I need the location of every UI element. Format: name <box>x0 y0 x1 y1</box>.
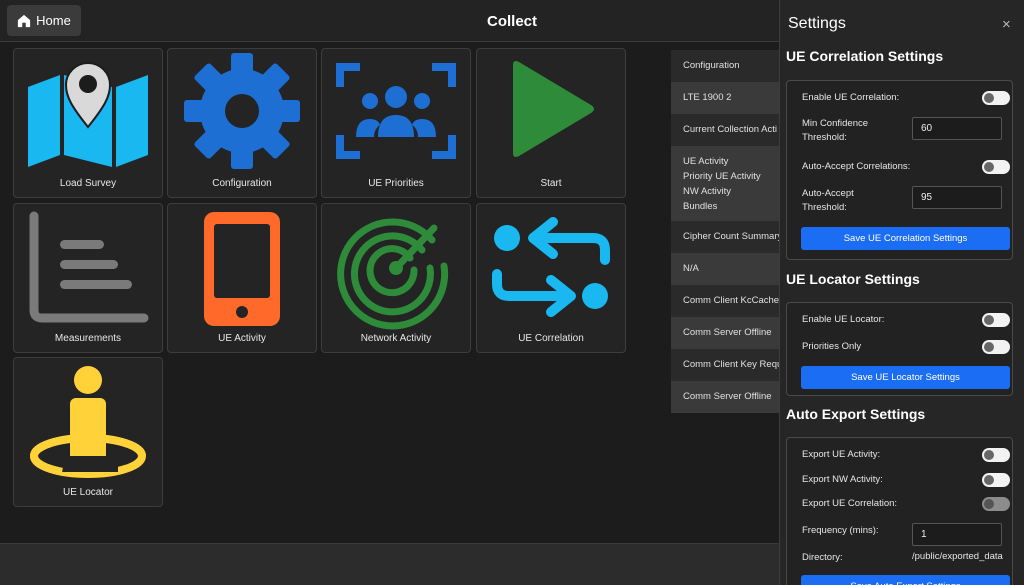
collection-item: Priority UE Activity <box>683 171 761 182</box>
settings-title: Settings <box>788 15 846 32</box>
export-nw-activity-label: Export NW Activity: <box>802 474 883 485</box>
play-icon <box>513 61 594 157</box>
keyreq-value: Comm Server Offline <box>671 381 779 413</box>
ue-correlation-title: UE Correlation Settings <box>786 48 944 64</box>
settings-panel: Settings × UE Correlation Settings Enabl… <box>779 0 1024 585</box>
frequency-label: Frequency (mins): <box>802 525 879 536</box>
radar-icon <box>337 218 449 330</box>
min-confidence-input[interactable]: 60 <box>912 117 1002 140</box>
save-auto-export-button[interactable]: Save Auto Export Settings <box>801 575 1010 585</box>
ue-correlation-box: Enable UE Correlation: Min Confidence Th… <box>786 80 1013 260</box>
enable-ue-locator-label: Enable UE Locator: <box>802 314 885 325</box>
export-ue-activity-toggle[interactable] <box>982 448 1010 462</box>
ue-locator-box: Enable UE Locator: Priorities Only Save … <box>786 302 1013 396</box>
group-focus-icon <box>336 63 456 159</box>
kccache-header: Comm Client KcCache S <box>671 285 779 317</box>
save-ue-correlation-button[interactable]: Save UE Correlation Settings <box>801 227 1010 250</box>
configuration-header: Configuration <box>671 50 779 82</box>
auto-export-box: Export UE Activity: Export NW Activity: … <box>786 437 1013 585</box>
tile-label: UE Correlation <box>518 333 584 344</box>
collection-item: UE Activity <box>683 156 729 167</box>
tile-label: UE Locator <box>62 487 114 498</box>
tile-label: UE Priorities <box>368 178 424 189</box>
tile-ue-priorities[interactable]: UE Priorities <box>321 48 471 198</box>
kccache-value: Comm Server Offline <box>671 317 779 349</box>
tile-label: Load Survey <box>59 178 117 189</box>
map-pin-icon <box>28 62 148 167</box>
tile-ue-locator[interactable]: UE Locator <box>13 357 163 507</box>
tile-label: Measurements <box>54 333 122 344</box>
enable-ue-correlation-toggle[interactable] <box>982 91 1010 105</box>
tile-start[interactable]: Start <box>476 48 626 198</box>
frequency-input[interactable]: 1 <box>912 523 1002 546</box>
tile-label: UE Activity <box>218 333 266 344</box>
swap-arrows-icon <box>492 217 610 317</box>
export-ue-correlation-label: Export UE Correlation: <box>802 498 898 509</box>
status-table: Configuration LTE 1900 2 Current Collect… <box>671 50 779 413</box>
tile-label: Start <box>540 178 562 189</box>
directory-value: /public/exported_data <box>912 551 1003 562</box>
auto-accept-threshold-input[interactable]: 95 <box>912 186 1002 209</box>
person-location-icon <box>30 366 146 478</box>
auto-export-title: Auto Export Settings <box>786 406 926 422</box>
collection-item: NW Activity <box>683 186 732 197</box>
collection-item: Bundles <box>683 201 718 212</box>
cipher-header: Cipher Count Summary <box>671 221 779 253</box>
tile-configuration[interactable]: Configuration <box>167 48 317 198</box>
tile-ue-activity[interactable]: UE Activity <box>167 203 317 353</box>
save-ue-locator-button[interactable]: Save UE Locator Settings <box>801 366 1010 389</box>
auto-accept-threshold-label: Auto-Accept Threshold: <box>802 188 854 213</box>
export-ue-activity-label: Export UE Activity: <box>802 449 881 460</box>
phone-icon <box>204 212 280 326</box>
bottom-bar <box>0 543 779 585</box>
directory-label: Directory: <box>802 552 843 563</box>
enable-ue-correlation-label: Enable UE Correlation: <box>802 92 900 103</box>
min-confidence-label: Min Confidence Threshold: <box>802 118 869 143</box>
enable-ue-locator-toggle[interactable] <box>982 313 1010 327</box>
close-icon[interactable]: × <box>1002 16 1011 33</box>
configuration-value: LTE 1900 2 <box>671 82 779 114</box>
export-nw-activity-toggle[interactable] <box>982 473 1010 487</box>
tile-load-survey[interactable]: Load Survey <box>13 48 163 198</box>
tile-label: Configuration <box>212 178 272 189</box>
ue-locator-title: UE Locator Settings <box>786 271 920 287</box>
gear-icon <box>184 53 300 169</box>
priorities-only-label: Priorities Only <box>802 341 862 352</box>
auto-accept-label: Auto-Accept Correlations: <box>802 161 911 172</box>
collection-header: Current Collection Acti <box>671 114 779 146</box>
keyreq-header: Comm Client Key Requ <box>671 349 779 381</box>
collection-list: UE Activity Priority UE Activity NW Acti… <box>671 146 779 221</box>
tile-ue-correlation[interactable]: UE Correlation <box>476 203 626 353</box>
list-chart-icon <box>29 211 149 323</box>
tile-measurements[interactable]: Measurements <box>13 203 163 353</box>
tile-label: Network Activity <box>360 333 432 344</box>
tile-network-activity[interactable]: Network Activity <box>321 203 471 353</box>
auto-accept-toggle[interactable] <box>982 160 1010 174</box>
priorities-only-toggle[interactable] <box>982 340 1010 354</box>
export-ue-correlation-toggle[interactable] <box>982 497 1010 511</box>
cipher-value: N/A <box>671 253 779 285</box>
